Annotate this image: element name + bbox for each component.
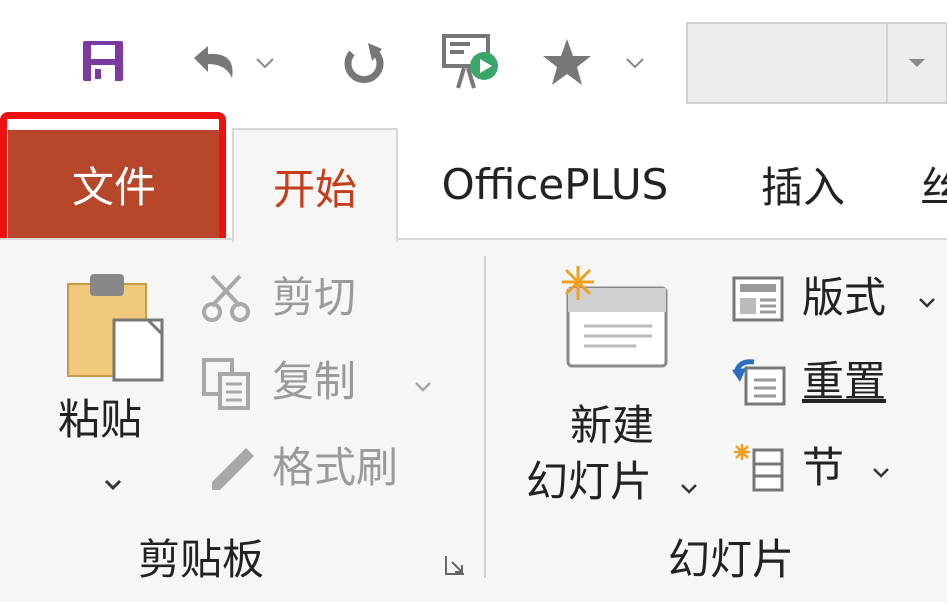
format-painter-label: 格式刷: [272, 443, 399, 492]
font-name-dropdown-button[interactable]: [886, 22, 947, 104]
copy-dropdown-icon[interactable]: [414, 378, 432, 397]
star-icon[interactable]: [540, 36, 594, 88]
undo-dropdown-icon[interactable]: [252, 50, 278, 76]
layout-label: 版式: [802, 273, 887, 322]
new-slide-button[interactable]: 新建 幻灯片: [520, 262, 710, 518]
new-slide-label-line1: 新建: [570, 401, 655, 450]
tab-officeplus-label: OfficePLUS: [441, 159, 669, 209]
paste-button[interactable]: 粘贴: [48, 268, 178, 508]
layout-dropdown-icon[interactable]: [918, 294, 936, 313]
tab-insert-label: 插入: [760, 162, 845, 212]
reset-label: 重置: [802, 357, 887, 406]
section-button[interactable]: 节: [732, 440, 902, 498]
clipboard-dialog-launcher-icon[interactable]: [444, 554, 466, 576]
reset-button[interactable]: 重置: [732, 354, 932, 412]
paste-dropdown-icon[interactable]: [104, 476, 122, 495]
tab-officeplus[interactable]: OfficePLUS: [416, 130, 694, 238]
save-icon[interactable]: [78, 36, 128, 86]
copy-icon: [200, 358, 252, 414]
layout-icon: [732, 276, 784, 326]
highlight-box: [0, 112, 226, 258]
format-painter-button[interactable]: 格式刷: [200, 440, 420, 498]
redo-icon[interactable]: [336, 38, 390, 88]
scissors-icon: [200, 272, 252, 328]
tab-home-label: 开始: [272, 164, 357, 214]
undo-icon[interactable]: [186, 38, 242, 86]
tab-home[interactable]: 开始: [232, 128, 398, 242]
clipboard-group-label: 剪贴板: [138, 535, 265, 584]
group-separator: [484, 256, 486, 578]
new-slide-icon: [556, 262, 672, 376]
cut-button[interactable]: 剪切: [200, 270, 380, 328]
tab-design-partial[interactable]: 丝: [920, 130, 947, 238]
tab-design-label: 丝: [920, 162, 947, 212]
chevron-down-icon: [909, 59, 925, 67]
copy-button[interactable]: 复制: [200, 354, 440, 412]
slides-group-label: 幻灯片: [668, 535, 795, 584]
format-painter-icon: [206, 444, 258, 500]
reset-icon: [732, 358, 788, 412]
cut-label: 剪切: [272, 273, 357, 322]
section-dropdown-icon[interactable]: [872, 464, 890, 483]
new-slide-label-line2: 幻灯片: [526, 457, 653, 506]
section-icon: [732, 442, 786, 500]
star-dropdown-icon[interactable]: [622, 50, 648, 76]
font-name-box[interactable]: [686, 22, 888, 104]
quick-access-toolbar: [0, 0, 947, 128]
copy-label: 复制: [272, 357, 357, 406]
paste-label: 粘贴: [58, 395, 143, 444]
new-slide-dropdown-icon[interactable]: [680, 480, 698, 499]
slideshow-icon[interactable]: [440, 32, 504, 92]
tab-insert[interactable]: 插入: [738, 130, 868, 238]
clipboard-paste-icon: [64, 272, 168, 388]
section-label: 节: [802, 443, 845, 492]
layout-button[interactable]: 版式: [732, 270, 947, 328]
